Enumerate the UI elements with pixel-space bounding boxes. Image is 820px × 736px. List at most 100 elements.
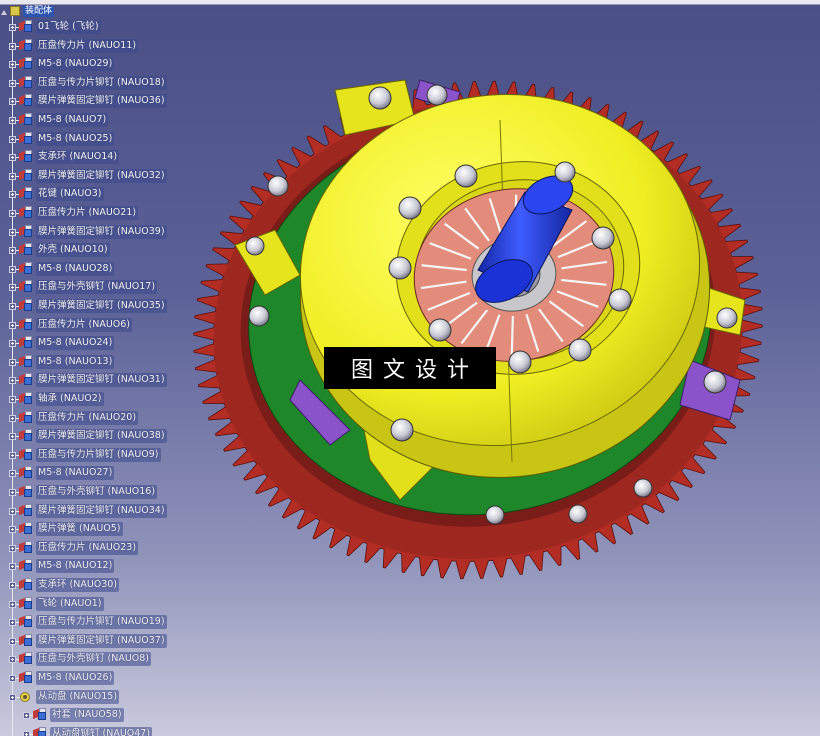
expand-toggle[interactable] (9, 321, 16, 329)
tree-node[interactable]: 压盘与外壳铆钉 (NAUO17) (18, 279, 158, 295)
expand-toggle[interactable] (23, 712, 30, 720)
tree-node[interactable]: 从动盘 (NAUO15) (18, 689, 120, 705)
tree-node-label: 压盘传力片 (NAUO21) (36, 206, 139, 220)
tree-node[interactable]: 膜片弹簧 (NAUO5) (18, 521, 123, 537)
specification-tree[interactable]: 装配体 01飞轮 (飞轮) 压盘传力片 (NAUO11) M5-8 (NAUO29)… (6, 3, 206, 736)
tree-node[interactable]: M5-8 (NAUO24) (18, 335, 115, 351)
expand-toggle[interactable] (9, 98, 16, 106)
3d-viewport[interactable]: 装配体 01飞轮 (飞轮) 压盘传力片 (NAUO11) M5-8 (NAUO29)… (0, 0, 820, 736)
tree-node-label: 压盘与传力片铆钉 (NAUO9) (36, 447, 161, 462)
expand-toggle[interactable] (9, 637, 16, 645)
part-icon (32, 708, 48, 722)
diaphragm-finger (510, 316, 514, 356)
tree-node[interactable]: 膜片弹簧固定铆钉 (NAUO35) (18, 298, 167, 314)
expand-toggle[interactable] (9, 470, 16, 478)
bolt-head (398, 196, 422, 220)
tree-node[interactable]: 压盘与传力片铆钉 (NAUO18) (18, 75, 167, 91)
expand-toggle[interactable] (9, 135, 16, 143)
part-icon (18, 206, 34, 220)
bolt-head (608, 288, 632, 312)
expand-toggle[interactable] (9, 507, 16, 515)
tree-node-label: 外壳 (NAUO10) (36, 243, 110, 258)
tree-node[interactable]: 外壳 (NAUO10) (18, 242, 110, 258)
expand-toggle[interactable] (9, 489, 16, 496)
expand-toggle[interactable] (9, 396, 16, 403)
expand-toggle[interactable] (9, 451, 16, 459)
tree-node[interactable]: 膜片弹簧固定铆钉 (NAUO31) (18, 372, 167, 388)
tree-node[interactable]: M5-8 (NAUO12) (18, 558, 115, 574)
tree-node-label: 压盘传力片 (NAUO11) (36, 38, 139, 53)
expand-toggle[interactable] (9, 563, 16, 571)
expand-toggle[interactable] (9, 544, 16, 552)
expand-toggle[interactable] (9, 61, 16, 69)
tree-node[interactable]: 从动盘铆钉 (NAUO47) (32, 726, 153, 736)
expand-toggle[interactable] (9, 117, 16, 124)
tree-node[interactable]: 支承环 (NAUO30) (18, 577, 120, 593)
tree-node-label: 膜片弹簧 (NAUO5) (36, 522, 123, 537)
expand-toggle[interactable] (9, 210, 16, 217)
expand-toggle[interactable] (9, 24, 16, 31)
expand-toggle[interactable] (9, 154, 16, 162)
expand-toggle[interactable] (9, 191, 16, 199)
expand-toggle[interactable] (9, 303, 16, 310)
bolt-head (368, 86, 392, 110)
bolt-head (245, 236, 265, 256)
expand-toggle[interactable] (9, 675, 16, 682)
part-icon (18, 336, 34, 350)
tree-node[interactable]: M5-8 (NAUO27) (18, 465, 115, 481)
expand-toggle[interactable] (9, 619, 16, 627)
expand-toggle[interactable] (9, 79, 16, 87)
tree-node[interactable]: 膜片弹簧固定铆钉 (NAUO37) (18, 633, 167, 649)
expand-toggle[interactable] (9, 265, 16, 273)
expand-toggle[interactable] (9, 526, 16, 534)
tree-node[interactable]: 花键 (NAUO3) (18, 186, 104, 202)
expand-toggle[interactable] (9, 358, 16, 366)
assembly-icon (10, 6, 20, 16)
expand-toggle[interactable] (9, 656, 16, 664)
tree-node[interactable]: M5-8 (NAUO29) (18, 56, 115, 72)
tree-node[interactable]: 压盘与外壳铆钉 (NAUO16) (18, 484, 158, 500)
expand-toggle[interactable] (9, 228, 16, 236)
expand-toggle[interactable] (9, 433, 16, 441)
expand-toggle[interactable] (23, 730, 30, 736)
expand-toggle[interactable] (9, 414, 16, 422)
tree-node[interactable]: 膜片弹簧固定铆钉 (NAUO39) (18, 224, 167, 240)
tree-node[interactable]: 压盘与传力片铆钉 (NAUO19) (18, 614, 167, 630)
expand-toggle[interactable] (9, 600, 16, 608)
tree-node[interactable]: 膜片弹簧固定铆钉 (NAUO34) (18, 503, 167, 519)
expand-toggle[interactable] (9, 284, 16, 292)
tree-node[interactable]: 压盘传力片 (NAUO6) (18, 317, 133, 333)
tree-node[interactable]: 压盘传力片 (NAUO21) (18, 205, 139, 221)
part-icon (18, 652, 34, 666)
expand-toggle[interactable] (9, 693, 16, 701)
expand-toggle[interactable] (9, 42, 16, 50)
tree-node[interactable]: 膜片弹簧固定铆钉 (NAUO38) (18, 428, 167, 444)
tree-node[interactable]: 飞轮 (NAUO1) (18, 596, 104, 612)
expand-toggle[interactable] (9, 340, 16, 348)
tree-node[interactable]: 压盘与外壳铆钉 (NAUO8) (18, 651, 152, 667)
tree-node[interactable]: 压盘传力片 (NAUO20) (18, 410, 139, 426)
part-icon (18, 522, 34, 536)
tree-root-label: 装配体 (23, 5, 55, 17)
tree-node[interactable]: 01飞轮 (飞轮) (18, 19, 101, 35)
tree-node[interactable]: M5-8 (NAUO26) (18, 670, 115, 686)
tree-root[interactable]: 装配体 (10, 5, 55, 17)
tree-node[interactable]: 膜片弹簧固定铆钉 (NAUO36) (18, 93, 167, 109)
expand-toggle[interactable] (9, 377, 16, 385)
tree-node[interactable]: 膜片弹簧固定铆钉 (NAUO32) (18, 168, 167, 184)
tree-node[interactable]: M5-8 (NAUO28) (18, 261, 115, 277)
expand-toggle[interactable] (9, 172, 16, 180)
tree-node[interactable]: 压盘传力片 (NAUO23) (18, 540, 139, 556)
expand-toggle[interactable] (9, 582, 16, 589)
tree-node[interactable]: M5-8 (NAUO7) (18, 112, 109, 128)
tree-node[interactable]: 支承环 (NAUO14) (18, 149, 120, 165)
tree-node[interactable]: 压盘传力片 (NAUO11) (18, 38, 139, 54)
tree-node-label: 膜片弹簧固定铆钉 (NAUO31) (36, 373, 167, 388)
tree-node[interactable]: 衬套 (NAUO58) (32, 707, 124, 723)
part-icon (18, 243, 34, 257)
tree-node[interactable]: 轴承 (NAUO2) (18, 391, 104, 407)
tree-node[interactable]: M5-8 (NAUO25) (18, 131, 115, 147)
tree-node[interactable]: 压盘与传力片铆钉 (NAUO9) (18, 447, 161, 463)
tree-node[interactable]: M5-8 (NAUO13) (18, 354, 115, 370)
expand-toggle[interactable] (9, 247, 16, 255)
